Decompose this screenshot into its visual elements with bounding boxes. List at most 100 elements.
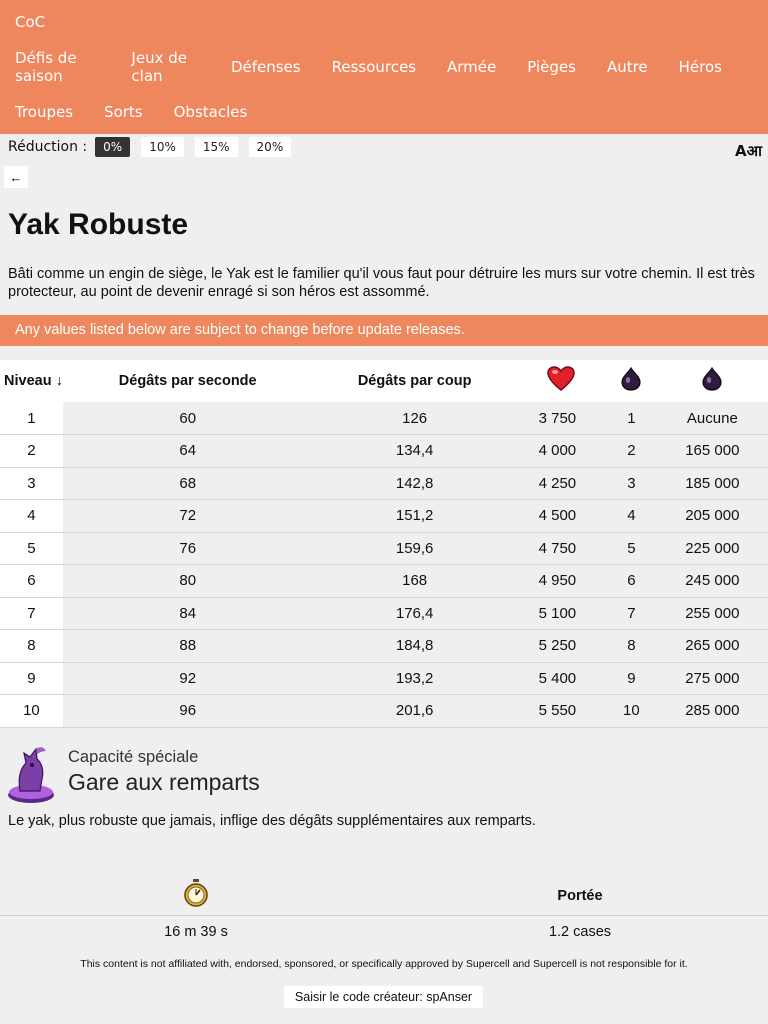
column-header-dps[interactable]: Dégâts par seconde [62,360,313,402]
cell-level: 8 [0,629,63,663]
back-button[interactable]: ← [4,166,28,188]
cell-level: 2 [0,434,63,468]
cell-research-level: 4 [606,499,657,533]
cell-level: 6 [0,564,63,598]
page-title: Yak Robuste [8,208,189,241]
table-row: 10 96 201,6 5 550 10 285 000 [0,694,768,728]
creator-code-button[interactable]: Saisir le code créateur: spAnser [284,986,483,1008]
table-row: 6 80 168 4 950 6 245 000 [0,564,768,598]
table-row: 9 92 193,2 5 400 9 275 000 [0,662,768,695]
nav-link-armee[interactable]: Armée [447,58,496,76]
cell-hitpoints: 4 250 [516,467,607,500]
ability-name: Gare aux remparts [68,769,260,795]
cell-damage-per-hit: 201,6 [312,694,517,728]
cell-research-level: 7 [606,597,657,630]
ability-description: Le yak, plus robuste que jamais, inflige… [8,813,536,829]
cell-dps: 88 [62,629,313,663]
ability-caption: Capacité spéciale [68,748,199,766]
cell-level: 5 [0,532,63,565]
cell-level: 4 [0,499,63,533]
cell-hitpoints: 5 250 [516,629,607,663]
nav-link-troupes[interactable]: Troupes [15,103,73,121]
brand-link[interactable]: CoC [15,0,753,44]
reduction-20-button[interactable]: 20% [248,137,292,157]
nav-link-sorts[interactable]: Sorts [104,103,143,121]
cell-dps: 92 [62,662,313,695]
reduction-selector: Réduction : 0% 10% 15% 20% [8,137,302,157]
cell-research-cost: 265 000 [656,629,768,663]
stats-table: Niveau ↓ Dégâts par seconde Dégâts par c… [0,360,768,728]
cell-research-level: 3 [606,467,657,500]
cell-level: 1 [0,402,63,435]
cell-damage-per-hit: 126 [312,402,517,435]
nav-link-heros[interactable]: Héros [679,58,722,76]
column-header-hitpoints[interactable] [516,360,607,402]
cell-research-level: 5 [606,532,657,565]
stopwatch-icon [184,879,208,907]
meta-time-header [0,879,392,912]
yak-ability-icon [8,747,54,803]
cell-dps: 96 [62,694,313,728]
heart-icon [547,366,576,391]
cell-hitpoints: 5 400 [516,662,607,695]
cell-research-cost: Aucune [656,402,768,435]
reduction-0-button[interactable]: 0% [95,137,131,157]
nav-link-defis-de-saison[interactable]: Défis de saison [15,49,100,85]
translate-icon[interactable]: Aआ [735,141,762,161]
cell-level: 9 [0,662,63,695]
column-header-level[interactable]: Niveau ↓ [0,360,63,402]
cell-research-cost: 185 000 [656,467,768,500]
page-description: Bâti comme un engin de siège, le Yak est… [8,266,755,300]
cell-damage-per-hit: 184,8 [312,629,517,663]
cell-dps: 68 [62,467,313,500]
cell-hitpoints: 5 550 [516,694,607,728]
cell-research-level: 9 [606,662,657,695]
cell-dps: 64 [62,434,313,468]
meta-table: Portée 16 m 39 s 1.2 cases [0,876,768,948]
reduction-10-button[interactable]: 10% [141,137,184,157]
cell-level: 10 [0,694,63,728]
nav-link-autre[interactable]: Autre [607,58,648,76]
dark-elixir-icon [702,367,722,391]
nav-link-pieges[interactable]: Pièges [527,58,576,76]
cell-damage-per-hit: 168 [312,564,517,598]
column-header-research-level[interactable] [606,360,657,402]
table-row: 7 84 176,4 5 100 7 255 000 [0,597,768,630]
nav-link-jeux-de-clan[interactable]: Jeux de clan [131,49,200,85]
dark-elixir-icon [621,367,641,391]
cell-research-level: 2 [606,434,657,468]
cell-level: 3 [0,467,63,500]
nav-link-ressources[interactable]: Ressources [332,58,416,76]
cell-damage-per-hit: 134,4 [312,434,517,468]
table-row: 1 60 126 3 750 1 Aucune [0,402,768,435]
table-row: 8 88 184,8 5 250 8 265 000 [0,629,768,663]
cell-damage-per-hit: 193,2 [312,662,517,695]
cell-dps: 84 [62,597,313,630]
cell-research-cost: 165 000 [656,434,768,468]
table-row: 4 72 151,2 4 500 4 205 000 [0,499,768,533]
cell-level: 7 [0,597,63,630]
cell-damage-per-hit: 159,6 [312,532,517,565]
cell-hitpoints: 3 750 [516,402,607,435]
column-header-damage-per-hit[interactable]: Dégâts par coup [312,360,517,402]
cell-hitpoints: 4 750 [516,532,607,565]
table-header-row: Niveau ↓ Dégâts par seconde Dégâts par c… [0,360,768,402]
reduction-15-button[interactable]: 15% [194,137,238,157]
cell-hitpoints: 4 950 [516,564,607,598]
column-header-research-cost[interactable] [656,360,768,402]
top-nav-bar: CoC Défis de saison Jeux de clan Défense… [0,0,768,134]
meta-values-row: 16 m 39 s 1.2 cases [0,916,768,948]
nav-link-obstacles[interactable]: Obstacles [174,103,248,121]
cell-research-level: 8 [606,629,657,663]
cell-research-level: 1 [606,402,657,435]
cell-dps: 60 [62,402,313,435]
cell-damage-per-hit: 176,4 [312,597,517,630]
cell-research-cost: 285 000 [656,694,768,728]
reduction-label: Réduction : [8,139,88,155]
cell-hitpoints: 4 500 [516,499,607,533]
cell-dps: 76 [62,532,313,565]
nav-link-defenses[interactable]: Défenses [231,58,301,76]
meta-range-value: 1.2 cases [548,924,612,940]
cell-damage-per-hit: 142,8 [312,467,517,500]
cell-research-level: 10 [606,694,657,728]
